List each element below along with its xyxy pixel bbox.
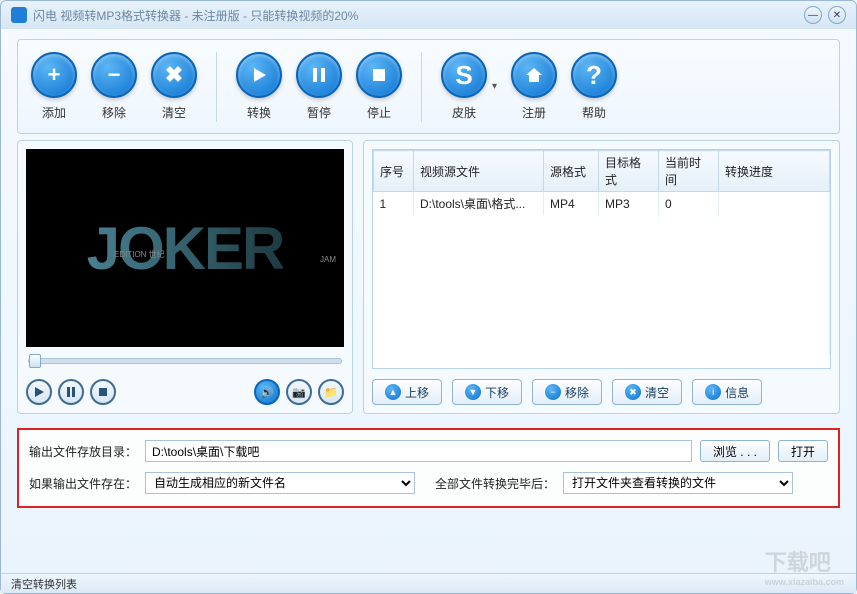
app-window: 闪电 视频转MP3格式转换器 - 未注册版 - 只能转换视频的20% — ✕ +… [0,0,857,594]
pause-icon [66,387,76,397]
file-table[interactable]: 序号 视频源文件 源格式 目标格式 当前时间 转换进度 1 D:\tools\桌… [372,149,831,369]
open-folder-button[interactable]: 📁 [318,379,344,405]
statusbar: 清空转换列表 [1,573,856,593]
x-icon: ✖ [165,62,183,88]
pause-button[interactable]: 暂停 [291,52,347,121]
add-button[interactable]: + 添加 [26,52,82,121]
info-button[interactable]: i信息 [692,379,762,405]
snapshot-button[interactable]: 📷 [286,379,312,405]
outdir-input[interactable] [145,440,692,462]
question-icon: ? [586,60,602,91]
stop-icon [370,66,388,84]
exists-label: 如果输出文件存在： [29,475,137,492]
poster-badge-left: EDITION 世纪 [114,249,165,260]
clear-button[interactable]: ✖ 清空 [146,52,202,121]
main-toolbar: + 添加 − 移除 ✖ 清空 转换 暂停 停止 S 皮肤 ▾ [17,39,840,134]
down-icon: ▼ [465,384,481,400]
table-row[interactable]: 1 D:\tools\桌面\格式... MP4 MP3 0 [374,192,830,216]
skin-icon: S [455,60,472,91]
remove-button[interactable]: − 移除 [86,52,142,121]
table-header-row: 序号 视频源文件 源格式 目标格式 当前时间 转换进度 [374,151,830,192]
open-button[interactable]: 打开 [778,440,828,462]
player-stop-button[interactable] [90,379,116,405]
move-up-button[interactable]: ▲上移 [372,379,442,405]
col-source[interactable]: 视频源文件 [414,151,544,192]
col-srcfmt[interactable]: 源格式 [544,151,599,192]
pause-icon [310,66,328,84]
after-label: 全部文件转换完毕后： [435,475,555,492]
status-text: 清空转换列表 [11,579,77,591]
exists-select[interactable]: 自动生成相应的新文件名 [145,472,415,494]
browse-button[interactable]: 浏览 . . . [700,440,770,462]
help-button[interactable]: ? 帮助 [566,52,622,121]
file-list-panel: 序号 视频源文件 源格式 目标格式 当前时间 转换进度 1 D:\tools\桌… [363,140,840,414]
minus-icon: − [108,62,121,88]
separator [216,52,217,122]
poster-badge-right: JAM [320,255,336,264]
volume-button[interactable]: 🔊 [254,379,280,405]
col-dstfmt[interactable]: 目标格式 [599,151,659,192]
x-icon: ✖ [625,384,641,400]
seek-slider[interactable] [26,347,344,375]
titlebar: 闪电 视频转MP3格式转换器 - 未注册版 - 只能转换视频的20% — ✕ [1,1,856,29]
separator [421,52,422,122]
minimize-button[interactable]: — [804,6,822,24]
move-down-button[interactable]: ▼下移 [452,379,522,405]
video-preview[interactable]: JOKER EDITION 世纪 JAM [26,149,344,347]
preview-panel: JOKER EDITION 世纪 JAM 🔊 📷 📁 [17,140,353,414]
content-area: JOKER EDITION 世纪 JAM 🔊 📷 📁 [1,140,856,414]
convert-button[interactable]: 转换 [231,52,287,121]
player-play-button[interactable] [26,379,52,405]
list-controls: ▲上移 ▼下移 −移除 ✖清空 i信息 [372,369,831,405]
col-index[interactable]: 序号 [374,151,414,192]
register-button[interactable]: 注册 [506,52,562,121]
stop-button[interactable]: 停止 [351,52,407,121]
skin-button[interactable]: S 皮肤 [436,52,492,121]
list-remove-button[interactable]: −移除 [532,379,602,405]
after-select[interactable]: 打开文件夹查看转换的文件 [563,472,793,494]
outdir-label: 输出文件存放目录： [29,443,137,460]
window-title: 闪电 视频转MP3格式转换器 - 未注册版 - 只能转换视频的20% [33,7,358,24]
info-icon: i [705,384,721,400]
skin-dropdown[interactable]: ▾ [492,81,502,92]
settings-panel: 输出文件存放目录： 浏览 . . . 打开 如果输出文件存在： 自动生成相应的新… [17,428,840,508]
col-progress[interactable]: 转换进度 [719,151,830,192]
play-icon [34,387,44,397]
plus-icon: + [48,62,61,88]
poster-text: JOKER [87,214,284,283]
list-clear-button[interactable]: ✖清空 [612,379,682,405]
play-icon [250,66,268,84]
up-icon: ▲ [385,384,401,400]
minus-icon: − [545,384,561,400]
app-icon [11,7,27,23]
player-pause-button[interactable] [58,379,84,405]
slider-thumb[interactable] [29,354,41,368]
home-icon [524,65,544,85]
close-button[interactable]: ✕ [828,6,846,24]
col-curtime[interactable]: 当前时间 [659,151,719,192]
player-controls: 🔊 📷 📁 [26,375,344,405]
stop-icon [98,387,108,397]
